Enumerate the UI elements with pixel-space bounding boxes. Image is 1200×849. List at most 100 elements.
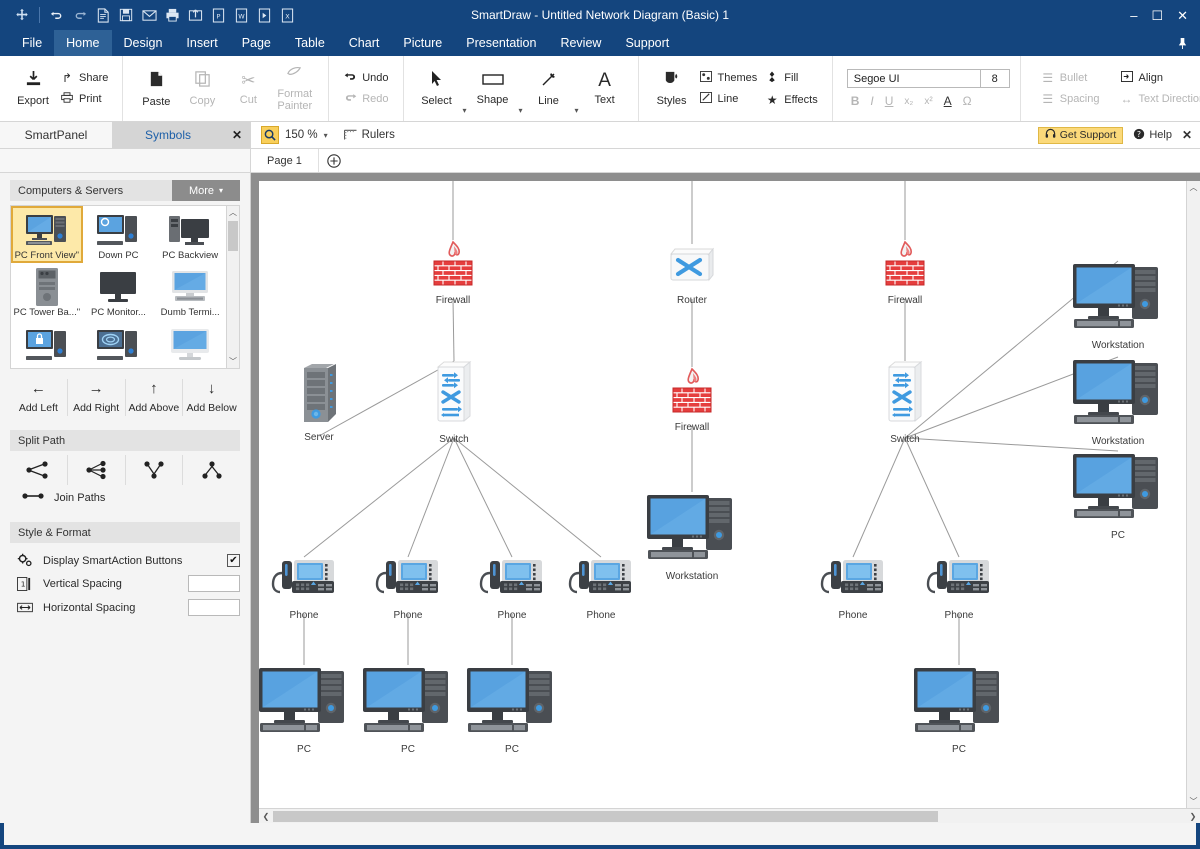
symbols-scroll-up-arrow[interactable]: ︿	[229, 206, 237, 219]
add-left-button[interactable]: ← Add Left	[10, 379, 68, 416]
diagram-node-ws-1[interactable]: Workstation	[1070, 261, 1166, 351]
horizontal-spacing-input[interactable]	[188, 599, 240, 616]
symbol-network-pc[interactable]	[83, 321, 155, 368]
diagram-node-router[interactable]: Router	[667, 244, 717, 306]
menu-item-file[interactable]: File	[10, 30, 54, 56]
email-icon[interactable]	[139, 5, 159, 25]
symbol-dumb-terminal[interactable]: Dumb Termi...	[154, 263, 226, 320]
diagram-node-ws-mid[interactable]: Workstation	[644, 492, 740, 582]
effects-button[interactable]: ★ Effects	[765, 93, 818, 107]
select-dropdown-caret[interactable]: ▾	[460, 106, 470, 115]
diagram-node-fw-right[interactable]: Firewall	[883, 240, 927, 306]
panel-tab-smartpanel[interactable]: SmartPanel	[0, 122, 112, 148]
split-path-fan-button[interactable]	[68, 455, 126, 485]
symbol-imac[interactable]	[154, 321, 226, 368]
print-icon[interactable]	[162, 5, 182, 25]
menu-item-picture[interactable]: Picture	[391, 30, 454, 56]
smartdraw-logo-icon[interactable]	[12, 5, 32, 25]
text-tool-button[interactable]: A Text	[582, 71, 628, 106]
zoom-magnifier-icon[interactable]	[261, 126, 279, 144]
symbol-secure-pc[interactable]	[11, 321, 83, 368]
diagram-node-pc-2[interactable]: PC	[360, 665, 456, 755]
diagram-node-fw-left[interactable]: Firewall	[431, 240, 475, 306]
diagram-node-phone-1[interactable]: Phone	[270, 557, 338, 621]
font-name-input[interactable]: Segoe UI	[846, 69, 981, 88]
diagram-node-ws-2[interactable]: Workstation	[1070, 357, 1166, 447]
panel-tab-symbols[interactable]: Symbols	[112, 122, 224, 148]
diagram-node-phone-5[interactable]: Phone	[819, 557, 887, 621]
symbols-scroll-down-arrow[interactable]: ﹀	[229, 355, 237, 368]
minimize-button[interactable]: –	[1130, 9, 1137, 22]
maximize-button[interactable]: ☐	[1151, 9, 1163, 22]
canvas-horizontal-scrollbar[interactable]: ❮ ❯	[259, 808, 1200, 823]
rulers-toggle[interactable]: Rulers	[343, 128, 395, 143]
italic-button[interactable]: I	[870, 94, 873, 108]
zoom-control[interactable]: 150 % ▾	[251, 126, 328, 144]
diagram-node-phone-3[interactable]: Phone	[478, 557, 546, 621]
redo-button[interactable]: Redo	[343, 92, 389, 106]
spacing-button[interactable]: ☰ Spacing	[1041, 92, 1099, 106]
diagram-canvas[interactable]: Firewall Router Firewall Server Switch Firewa…	[259, 181, 1186, 808]
diagram-node-pc-4[interactable]: PC	[911, 665, 1007, 755]
menu-item-support[interactable]: Support	[613, 30, 681, 56]
select-button[interactable]: Select	[414, 70, 460, 107]
superscript-button[interactable]: x²	[924, 96, 932, 107]
export-excel-icon[interactable]: X	[277, 5, 297, 25]
help-button[interactable]: ? Help	[1133, 128, 1172, 143]
menu-item-presentation[interactable]: Presentation	[454, 30, 548, 56]
symbol-button[interactable]: Ω	[963, 94, 972, 108]
vertical-spacing-input[interactable]	[188, 575, 240, 592]
diagram-node-phone-2[interactable]: Phone	[374, 557, 442, 621]
more-symbols-button[interactable]: More ▾	[172, 180, 240, 201]
bullet-button[interactable]: ☰ Bullet	[1041, 71, 1100, 85]
export-button[interactable]: Export	[10, 70, 56, 107]
paste-button[interactable]: Paste	[133, 70, 179, 108]
symbol-pc-backview[interactable]: PC Backview	[154, 206, 226, 263]
font-color-button[interactable]: A	[944, 94, 952, 108]
canvas-vertical-scrollbar[interactable]: ︿ ﹀	[1186, 181, 1200, 808]
underline-button[interactable]: U	[885, 94, 894, 108]
diagram-node-pc-3[interactable]: PC	[464, 665, 560, 755]
menu-item-table[interactable]: Table	[283, 30, 337, 56]
save-icon[interactable]	[116, 5, 136, 25]
symbols-scroll-thumb[interactable]	[228, 221, 238, 251]
text-direction-button[interactable]: ↔ Text Direction	[1120, 92, 1200, 106]
symbol-pc-front-view[interactable]: PC Front View"	[11, 206, 83, 264]
format-painter-button[interactable]: Format Painter	[271, 65, 318, 112]
menu-item-chart[interactable]: Chart	[337, 30, 392, 56]
export-pdf-icon[interactable]: P	[208, 5, 228, 25]
canvas-scroll-right-arrow[interactable]: ❯	[1186, 812, 1200, 821]
diagram-node-phone-6[interactable]: Phone	[925, 557, 993, 621]
zoom-dropdown-caret[interactable]: ▾	[324, 131, 328, 140]
share-icon[interactable]	[185, 5, 205, 25]
export-powerpoint-icon[interactable]	[254, 5, 274, 25]
page-tab-1[interactable]: Page 1	[251, 149, 319, 172]
share-button[interactable]: ↱ Share	[60, 71, 108, 85]
font-size-input[interactable]: 8	[980, 69, 1010, 88]
canvas-scroll-up-arrow[interactable]: ︿	[1190, 181, 1198, 194]
symbols-scrollbar[interactable]: ︿ ﹀	[226, 205, 240, 369]
symbol-pc-tower-back[interactable]: PC Tower Ba..."	[11, 263, 83, 320]
canvas-hscroll-thumb[interactable]	[273, 810, 938, 822]
styles-button[interactable]: Styles	[649, 70, 695, 107]
diagram-node-pc-r1[interactable]: PC	[1070, 451, 1166, 541]
split-path-right-button[interactable]	[10, 455, 68, 485]
new-document-icon[interactable]	[93, 5, 113, 25]
split-path-y-button[interactable]	[126, 455, 184, 485]
add-above-button[interactable]: ↑ Add Above	[126, 379, 184, 416]
close-button[interactable]: ✕	[1177, 9, 1188, 22]
redo-icon[interactable]	[70, 5, 90, 25]
display-smartaction-checkbox[interactable]: ✔	[227, 554, 240, 567]
line-dropdown-caret[interactable]: ▾	[572, 106, 582, 115]
split-path-tree-button[interactable]	[183, 455, 240, 485]
shape-button[interactable]: Shape	[470, 72, 516, 106]
pin-ribbon-icon[interactable]	[1177, 30, 1200, 56]
display-smartaction-row[interactable]: Display SmartAction Buttons ✔	[16, 553, 240, 568]
diagram-node-phone-4[interactable]: Phone	[567, 557, 635, 621]
diagram-node-server[interactable]: Server	[296, 363, 342, 443]
symbol-pc-monitor[interactable]: PC Monitor...	[83, 263, 155, 320]
join-paths-button[interactable]: Join Paths	[22, 491, 240, 504]
panel-close-button[interactable]: ✕	[224, 122, 250, 148]
undo-icon[interactable]	[47, 5, 67, 25]
line-tool-button[interactable]: Line	[526, 71, 572, 107]
